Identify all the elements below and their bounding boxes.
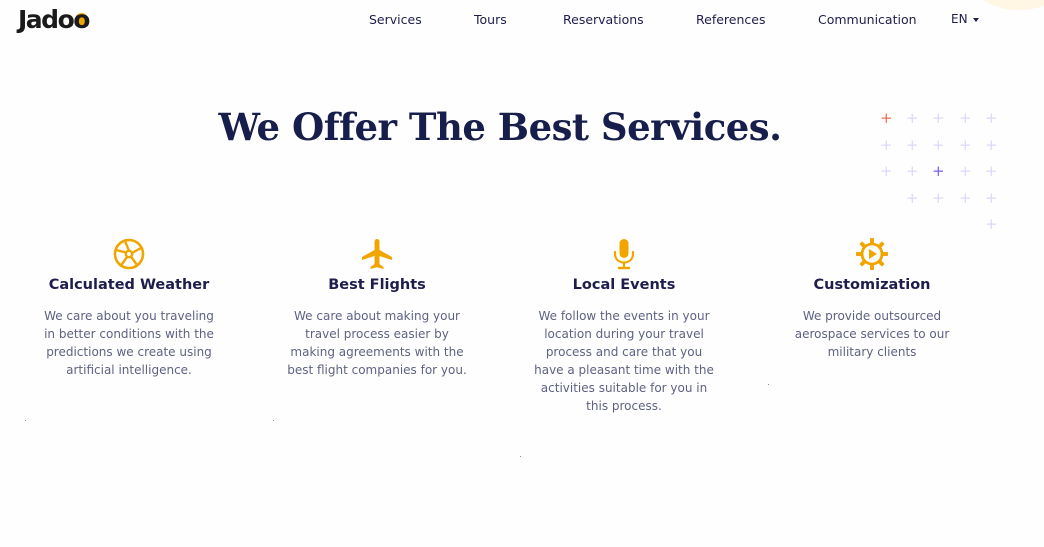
language-selector[interactable]: EN (951, 12, 979, 26)
corner-decoration (974, 0, 1044, 10)
plus-icon: + (959, 189, 972, 207)
service-title: Local Events (572, 277, 676, 293)
plus-icon: + (985, 189, 998, 207)
service-card-weather: Calculated Weather We care about you tra… (29, 237, 229, 379)
service-title: Calculated Weather (48, 277, 210, 293)
microphone-icon (613, 239, 635, 270)
plus-icon: + (932, 189, 945, 207)
nav-tours[interactable]: Tours (474, 12, 507, 27)
service-title: Customization (813, 277, 931, 293)
divider (768, 384, 769, 385)
plus-icon: + (959, 109, 972, 127)
service-description: We care about making your travel process… (287, 309, 467, 377)
plus-icon: + (985, 109, 998, 127)
service-title: Best Flights (328, 277, 426, 293)
section-heading: We Offer The Best Services. (218, 105, 783, 149)
plus-icon: + (959, 136, 972, 154)
plus-icon: + (932, 109, 945, 127)
nav-references[interactable]: References (696, 12, 765, 27)
nav-communication[interactable]: Communication (818, 12, 917, 27)
plus-icon: + (932, 162, 945, 180)
satellite-dish-icon (113, 238, 145, 270)
gear-icon (856, 238, 888, 270)
nav-services[interactable]: Services (369, 12, 422, 27)
plus-icon: + (880, 162, 893, 180)
plus-icon: + (959, 162, 972, 180)
plus-icon: + (906, 136, 919, 154)
nav-reservations[interactable]: Reservations (563, 12, 644, 27)
plus-icon: + (906, 189, 919, 207)
airplane-icon (362, 239, 392, 269)
plus-icon: + (985, 215, 998, 233)
plus-icon: + (985, 162, 998, 180)
plus-icon: + (906, 162, 919, 180)
divider (25, 420, 26, 421)
service-card-customization: Customization We provide outsourced aero… (772, 237, 972, 361)
divider (273, 420, 274, 421)
plus-icon: + (880, 109, 893, 127)
plus-icon: + (906, 109, 919, 127)
divider (520, 456, 521, 457)
service-description: We provide outsourced aerospace services… (794, 309, 950, 359)
service-description: We follow the events in your location du… (534, 309, 714, 413)
service-description: We care about you traveling in better co… (44, 309, 214, 377)
plus-icon: + (932, 136, 945, 154)
chevron-down-icon (972, 17, 979, 22)
language-label: EN (951, 12, 968, 26)
plus-icon: + (880, 136, 893, 154)
logo[interactable]: Jadoo (18, 5, 90, 34)
service-card-events: Local Events We follow the events in you… (524, 237, 724, 415)
plus-icon: + (985, 136, 998, 154)
service-card-flights: Best Flights We care about making your t… (277, 237, 477, 379)
